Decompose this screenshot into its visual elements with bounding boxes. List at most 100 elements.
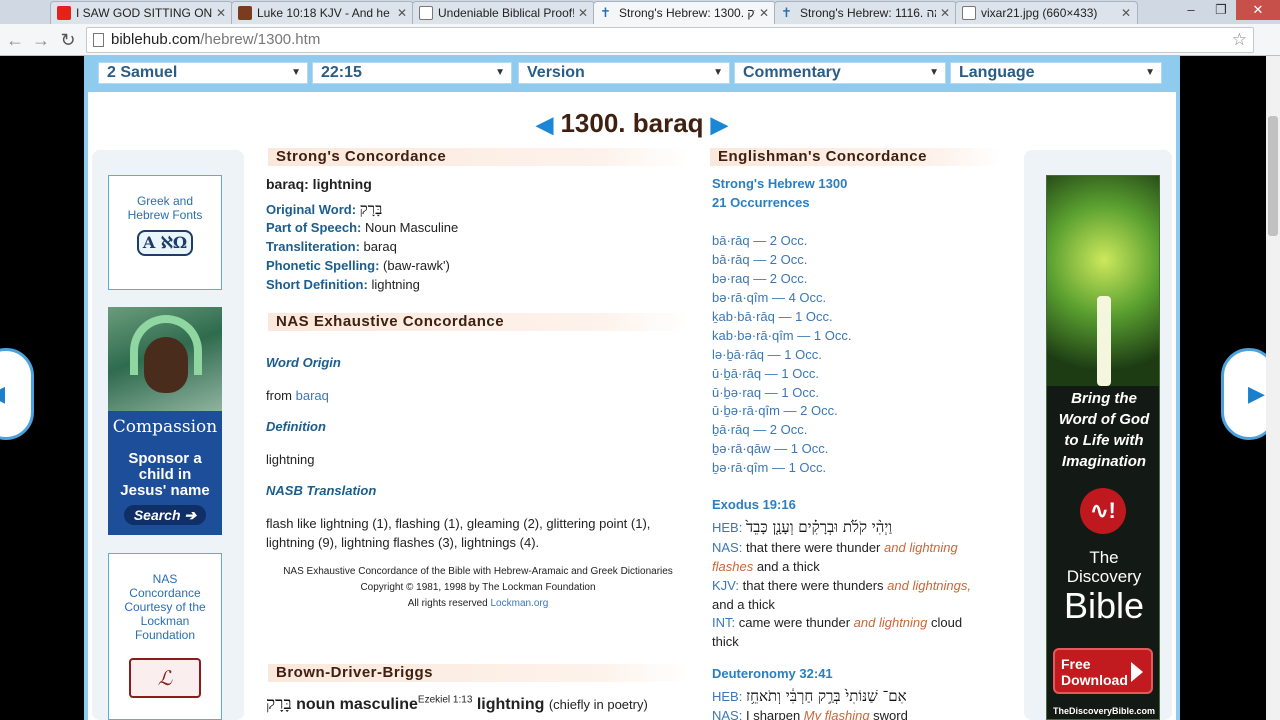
selector-bar: 2 Samuel ▼ 22:15 ▼ Version ▼ Commentary ▼ La… <box>88 56 1176 92</box>
forward-icon[interactable]: → <box>30 29 52 51</box>
verse1-int-tail2: thick <box>712 634 739 649</box>
close-icon[interactable]: ✕ <box>397 6 407 20</box>
form-link[interactable]: bā·rāq — 2 Occ. <box>712 233 807 248</box>
short-def-row: Short Definition: lightning <box>266 277 420 292</box>
verse2-nas-text: I sharpen <box>745 708 801 720</box>
translit-row: Transliteration: baraq <box>266 239 397 254</box>
tab-undeniable[interactable]: Undeniable Biblical Proof! ✕ <box>412 1 595 24</box>
close-icon[interactable]: ✕ <box>216 6 226 20</box>
definition-value: lightning <box>266 452 315 467</box>
form-link[interactable]: bā·rāq — 2 Occ. <box>712 252 807 267</box>
version-select[interactable]: Version ▼ <box>518 62 730 84</box>
fonts-box[interactable]: Greek and Hebrew Fonts Α ℵΩ <box>108 175 222 290</box>
free-download-button[interactable]: Free Download <box>1053 648 1153 694</box>
strongs-header: Strong's Concordance <box>268 148 688 166</box>
dropdown-arrow-icon: ▼ <box>713 67 723 78</box>
englishman-strongs-ref[interactable]: Strong's Hebrew 1300 <box>712 176 847 191</box>
tab-strongs-1300[interactable]: ✝ Strong's Hebrew: 1300. בָּרָק ✕ <box>593 1 776 24</box>
verse1-kjv-text: that there were thunders <box>742 578 884 593</box>
minimize-icon[interactable]: – <box>1176 0 1206 20</box>
tab-youtube[interactable]: I SAW GOD SITTING ON HIS ✕ <box>50 1 233 24</box>
form-link[interactable]: ḇə·rā·qîm — 1 Occ. <box>712 460 826 475</box>
nas-credit-line2: Copyright © 1981, 1998 by The Lockman Fo… <box>360 582 596 593</box>
nasb-translation-line2: lightning (9), lightning flashes (3), li… <box>266 535 540 550</box>
translit-label: Transliteration: <box>266 239 360 254</box>
dropdown-arrow-icon: ▼ <box>929 67 939 78</box>
nas-credit-box[interactable]: NAS Concordance Courtesy of the Lockman … <box>108 553 222 720</box>
play-icon <box>1131 662 1143 682</box>
original-word: בָּרָק <box>359 200 383 218</box>
form-link[interactable]: ḵab·bā·rāq — 1 Occ. <box>712 309 833 324</box>
prev-entry-arrow[interactable]: ◀ <box>536 112 553 137</box>
form-link[interactable]: ḇə·rā·qāw — 1 Occ. <box>712 441 828 456</box>
translit-value: baraq <box>363 239 397 254</box>
close-icon[interactable]: ✕ <box>759 6 769 20</box>
star-icon[interactable]: ☆ <box>1232 28 1247 52</box>
word-origin-link[interactable]: baraq <box>296 388 329 403</box>
bdb-ref[interactable]: Ezekiel 1:13 <box>418 695 472 706</box>
kjv-label: KJV: <box>712 578 739 593</box>
lockman-link[interactable]: Lockman.org <box>491 598 549 609</box>
short-def-label: Short Definition: <box>266 277 368 292</box>
tab-label: I SAW GOD SITTING ON HIS <box>76 6 212 20</box>
verse1-int-emph: and lightning <box>853 615 928 630</box>
maximize-icon[interactable]: ❐ <box>1206 0 1236 20</box>
tab-strongs-1116[interactable]: ✝ Strong's Hebrew: 1116. בָּמָה ✕ <box>774 1 957 24</box>
tab-label: Strong's Hebrew: 1116. בָּמָה <box>800 6 936 20</box>
compassion-search-button[interactable]: Search ➔ <box>124 505 206 525</box>
scrollbar-thumb[interactable] <box>1268 116 1278 236</box>
ad-slogan: Bring the Word of God to Life with Imagi… <box>1058 390 1150 470</box>
verse-select[interactable]: 22:15 ▼ <box>312 62 512 84</box>
page-scrollbar[interactable] <box>1266 56 1280 720</box>
book-select-value: 2 Samuel <box>107 64 178 81</box>
verse-ref-deuteronomy[interactable]: Deuteronomy 32:41 <box>712 666 833 681</box>
close-icon[interactable]: ✕ <box>940 6 950 20</box>
bdb-entry: בָּרָק noun masculineEzekiel 1:13 lightn… <box>266 694 648 714</box>
verse-ref-exodus[interactable]: Exodus 19:16 <box>712 497 796 512</box>
bdb-note: (chiefly in poetry) <box>548 697 648 712</box>
nas-header: NAS Exhaustive Concordance <box>268 313 688 331</box>
tab-vixar[interactable]: vixar21.jpg (660×433) ✕ <box>955 1 1138 24</box>
form-link[interactable]: kab·bə·rā·qîm — 1 Occ. <box>712 328 851 343</box>
original-word-label: Original Word: <box>266 202 357 217</box>
book-select[interactable]: 2 Samuel ▼ <box>98 62 308 84</box>
strongs-word-def: baraq: lightning <box>266 176 372 192</box>
form-link[interactable]: ū·ḇə·raq — 1 Occ. <box>712 385 819 400</box>
form-link[interactable]: bə·rā·qîm — 4 Occ. <box>712 290 826 305</box>
compassion-ad[interactable]: Compassion Sponsor a child in Jesus' nam… <box>108 307 222 535</box>
language-select[interactable]: Language ▼ <box>950 62 1162 84</box>
window-close-icon[interactable]: ✕ <box>1236 0 1280 20</box>
form-link[interactable]: ū·ḇə·rā·qîm — 2 Occ. <box>712 403 838 418</box>
next-entry-arrow[interactable]: ▶ <box>711 112 728 137</box>
prev-page-arrow[interactable]: ◀ <box>0 348 34 440</box>
form-link[interactable]: bə·raq — 2 Occ. <box>712 271 807 286</box>
back-icon[interactable]: ← <box>4 29 26 51</box>
address-bar[interactable]: biblehub.com/hebrew/1300.htm ☆ <box>86 27 1254 53</box>
word-origin-row: from baraq <box>266 388 329 403</box>
form-link[interactable]: ḇā·rāq — 2 Occ. <box>712 422 807 437</box>
ad-bible: Bible <box>1063 585 1145 626</box>
verse1-int-text: came were thunder <box>738 615 851 630</box>
dropdown-arrow-icon: ▼ <box>1145 67 1155 78</box>
form-link[interactable]: lə·ḇā·rāq — 1 Occ. <box>712 347 822 362</box>
fonts-glyph-icon: Α ℵΩ <box>137 230 193 256</box>
close-icon[interactable]: ✕ <box>1121 6 1131 20</box>
compassion-search-label: Search <box>133 507 181 523</box>
englishman-occurrences[interactable]: 21 Occurrences <box>712 195 810 210</box>
tab-label: Undeniable Biblical Proof! <box>438 6 574 20</box>
commentary-select[interactable]: Commentary ▼ <box>734 62 946 84</box>
nasb-translation-label: NASB Translation <box>266 483 377 498</box>
tab-luke[interactable]: Luke 10:18 KJV - And he said ✕ <box>231 1 414 24</box>
close-icon[interactable]: ✕ <box>578 6 588 20</box>
compassion-message: Sponsor a child in Jesus' name <box>120 450 210 499</box>
short-def-value: lightning <box>371 277 420 292</box>
reload-icon[interactable]: ↻ <box>57 29 79 51</box>
pos-value: Noun Masculine <box>364 220 459 235</box>
discovery-bible-ad[interactable]: Bring the Word of God to Life with Imagi… <box>1046 175 1160 720</box>
form-link[interactable]: ū·ḇā·rāq — 1 Occ. <box>712 366 819 381</box>
int-label: INT: <box>712 615 736 630</box>
heb-label: HEB: <box>712 520 743 535</box>
version-select-value: Version <box>527 64 585 81</box>
next-page-arrow[interactable]: ▶ <box>1221 348 1266 440</box>
fonts-label: Greek and Hebrew Fonts <box>127 194 203 222</box>
